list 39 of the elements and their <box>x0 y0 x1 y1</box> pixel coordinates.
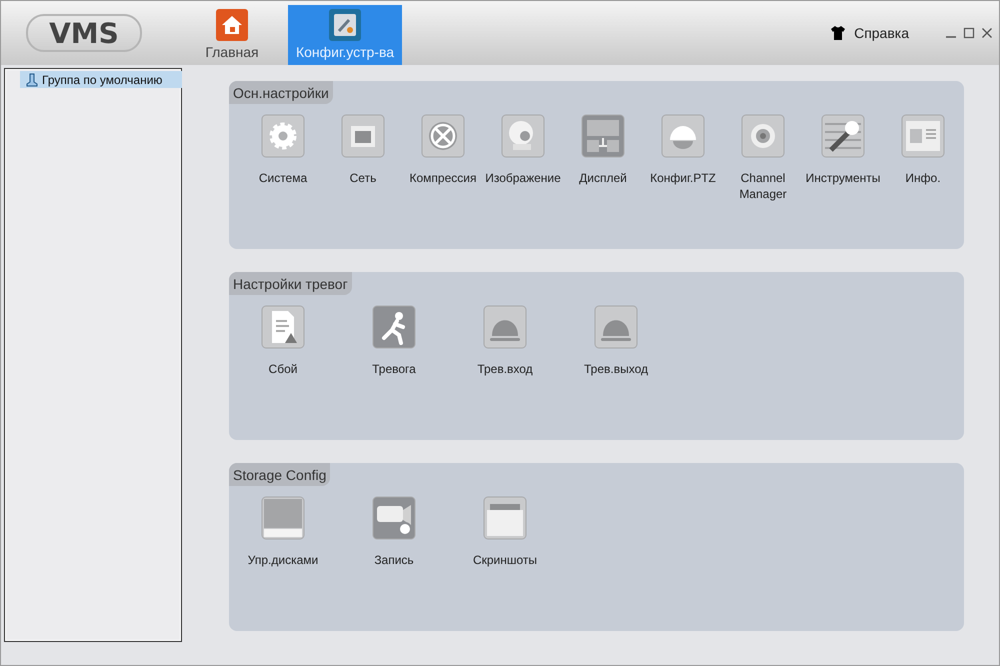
close-icon[interactable] <box>981 27 993 39</box>
settings-item[interactable]: Скриншоты <box>465 496 545 568</box>
panel-title: Storage Config <box>229 463 330 486</box>
vms-logo: VMS <box>26 14 142 52</box>
gear-icon <box>261 114 305 158</box>
drive-icon <box>261 496 305 540</box>
panel-title: Осн.настройки <box>229 81 333 104</box>
settings-item[interactable]: Дисплей <box>563 114 643 202</box>
lens-icon <box>741 114 785 158</box>
tree-item[interactable]: Группа по умолчанию <box>20 71 182 88</box>
nav-tab[interactable]: Главная <box>202 5 262 65</box>
settings-item[interactable]: Инфо. <box>883 114 963 202</box>
bell-icon <box>483 305 527 349</box>
shirt-icon <box>830 25 846 41</box>
folder-icon <box>483 496 527 540</box>
settings-item[interactable]: Трев.вход <box>465 305 545 377</box>
bell-icon <box>594 305 638 349</box>
display-icon <box>581 114 625 158</box>
running-figure-icon <box>372 305 416 349</box>
settings-item[interactable]: Компрессия <box>403 114 483 202</box>
document-warning-icon <box>261 305 305 349</box>
settings-item[interactable]: Запись <box>354 496 434 568</box>
settings-item[interactable]: Channel Manager <box>723 114 803 202</box>
settings-item[interactable]: Инструменты <box>803 114 883 202</box>
house-icon <box>216 9 248 41</box>
maximize-icon[interactable] <box>963 27 975 39</box>
help-link[interactable]: Справка <box>830 25 909 41</box>
settings-item[interactable]: Система <box>243 114 323 202</box>
settings-item[interactable]: Трев.выход <box>576 305 656 377</box>
settings-item[interactable]: Конфиг.PTZ <box>643 114 723 202</box>
webcam-icon <box>501 114 545 158</box>
dome-camera-icon <box>661 114 705 158</box>
settings-item[interactable]: Упр.дисками <box>243 496 323 568</box>
settings-item[interactable]: Сеть <box>323 114 403 202</box>
settings-item[interactable]: Сбой <box>243 305 323 377</box>
settings-item[interactable]: Тревога <box>354 305 434 377</box>
panel-title: Настройки тревог <box>229 272 352 295</box>
settings-item[interactable]: Изображение <box>483 114 563 202</box>
window-icon <box>901 114 945 158</box>
